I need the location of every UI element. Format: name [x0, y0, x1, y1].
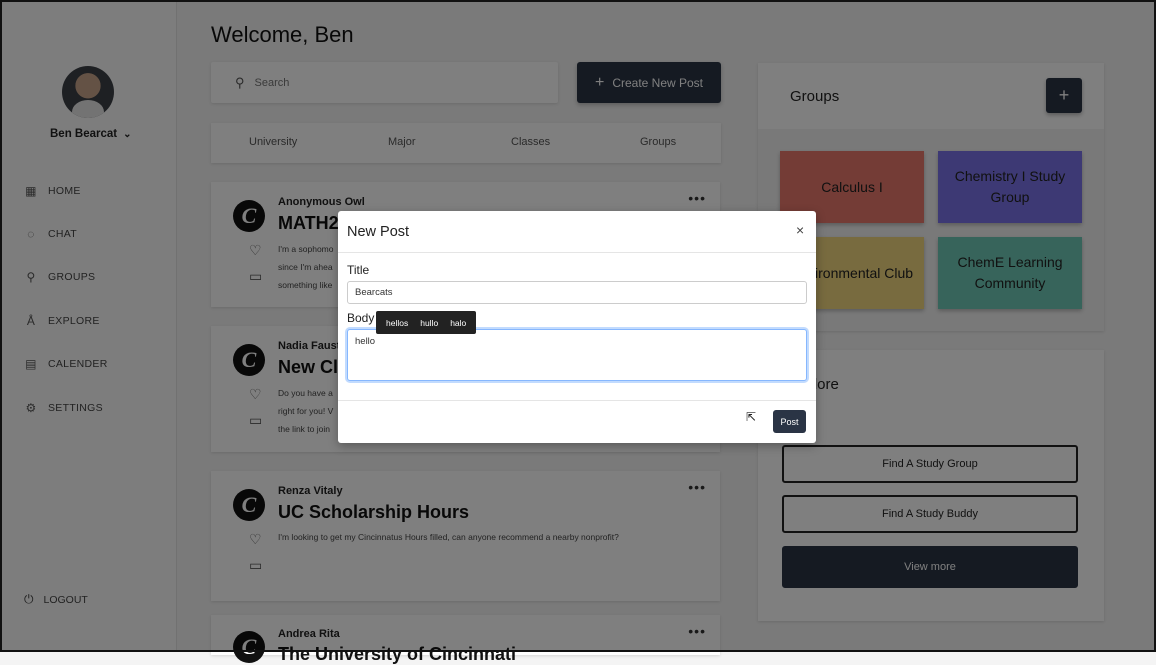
modal-title: New Post [347, 224, 410, 240]
suggestion-item[interactable]: hullo [414, 318, 444, 328]
body-field[interactable]: hello [347, 329, 807, 381]
body-label: Body [347, 311, 375, 325]
title-field[interactable] [347, 281, 807, 304]
suggestion-item[interactable]: halo [444, 318, 472, 328]
close-icon[interactable]: × [796, 222, 804, 238]
modal-header: New Post × [338, 211, 816, 253]
suggestion-item[interactable]: hellos [380, 318, 414, 328]
title-label: Title [347, 263, 370, 277]
mouse-cursor-icon: ⇱ [746, 410, 757, 424]
spelling-suggestions: hellos hullo halo [376, 311, 477, 334]
post-button[interactable]: Post [773, 410, 806, 433]
new-post-modal: New Post × Title Body hellos hullo halo … [338, 211, 816, 443]
modal-divider [338, 400, 816, 401]
